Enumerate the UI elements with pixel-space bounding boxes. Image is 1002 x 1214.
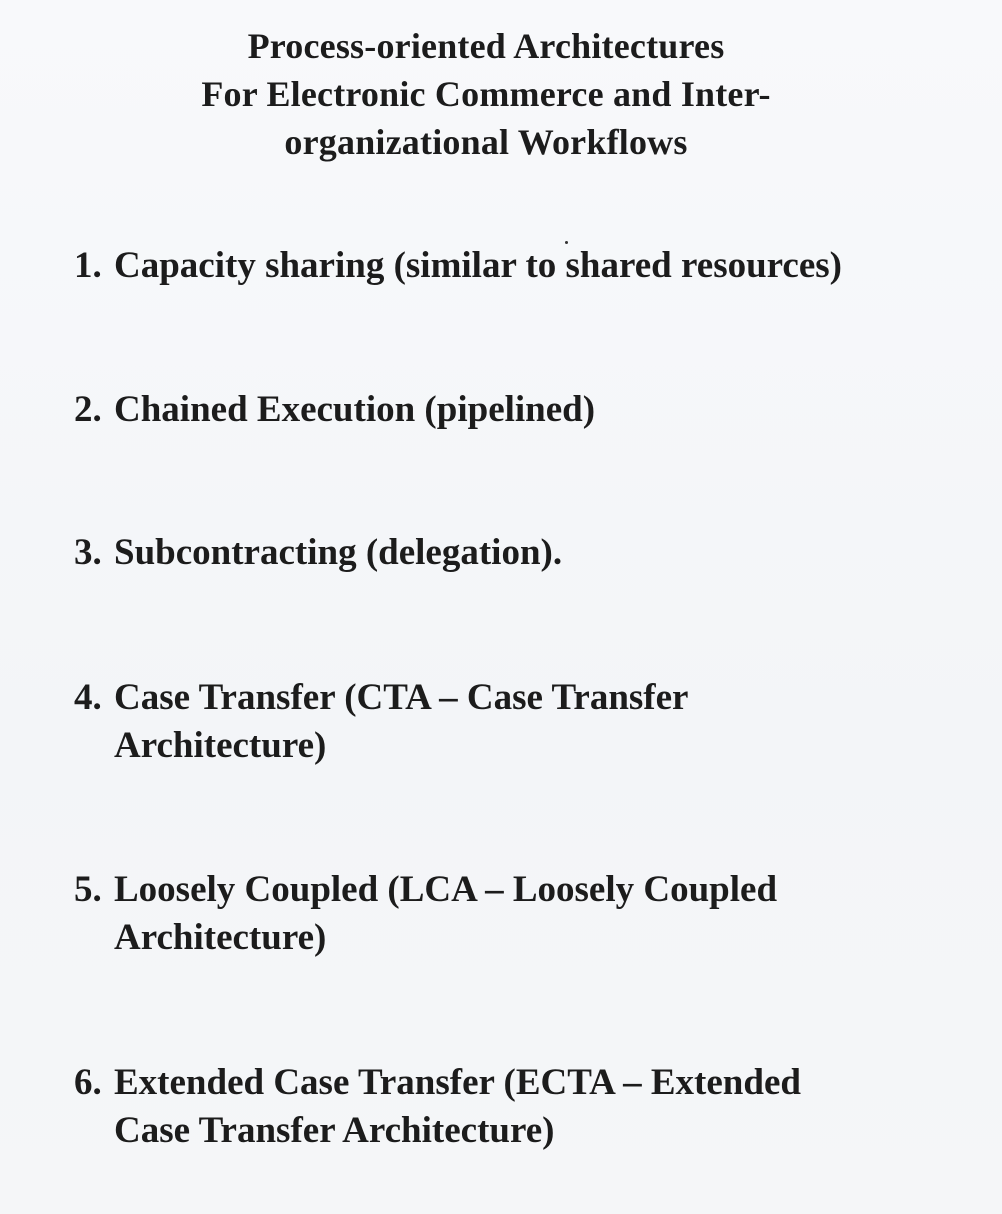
list-item-4: 4. Case Transfer (CTA – Case Transfer Ar… <box>74 674 974 770</box>
page-title: Process-oriented Architectures For Elect… <box>100 22 872 166</box>
list-item-line: Subcontracting (delegation). <box>114 532 563 573</box>
title-line-2: For Electronic Commerce and Inter- <box>201 74 771 114</box>
list-item-line: Case Transfer (CTA – Case Transfer <box>114 677 689 718</box>
list-item-line: Case Transfer Architecture) <box>114 1110 555 1151</box>
list-item-5: 5. Loosely Coupled (LCA – Loosely Couple… <box>74 866 974 962</box>
list-item-6: 6. Extended Case Transfer (ECTA – Extend… <box>74 1059 974 1155</box>
list-item-text: Extended Case Transfer (ECTA – Extended … <box>114 1059 974 1155</box>
list-item-line: Capacity sharing (similar to shared reso… <box>114 245 842 286</box>
title-line-1: Process-oriented Architectures <box>247 26 725 66</box>
list-item-text: Subcontracting (delegation). <box>114 529 974 577</box>
list-item-number: 6. <box>74 1062 102 1103</box>
list-item-number: 3. <box>74 532 102 573</box>
list-item-1: 1. Capacity sharing (similar to shared r… <box>74 242 974 290</box>
list-item-number: 2. <box>74 389 102 430</box>
list-item-line: Chained Execution (pipelined) <box>114 389 596 430</box>
scanned-page: Process-oriented Architectures For Elect… <box>0 0 1002 1214</box>
title-line-3: organizational Workflows <box>284 122 688 162</box>
list-item-text: Chained Execution (pipelined) <box>114 386 974 434</box>
list-item-text: Capacity sharing (similar to shared reso… <box>114 242 974 290</box>
list-item-number: 1. <box>74 245 102 286</box>
list-item-2: 2. Chained Execution (pipelined) <box>74 386 974 434</box>
list-item-text: Case Transfer (CTA – Case Transfer Archi… <box>114 674 974 770</box>
list-item-line: Extended Case Transfer (ECTA – Extended <box>114 1062 801 1103</box>
list-item-number: 4. <box>74 677 102 718</box>
list-item-number: 5. <box>74 869 102 910</box>
list-item-3: 3. Subcontracting (delegation). <box>74 529 974 577</box>
list-item-line: Architecture) <box>114 917 327 958</box>
list-item-text: Loosely Coupled (LCA – Loosely Coupled A… <box>114 866 974 962</box>
list-item-line: Loosely Coupled (LCA – Loosely Coupled <box>114 869 778 910</box>
list-item-line: Architecture) <box>114 725 327 766</box>
